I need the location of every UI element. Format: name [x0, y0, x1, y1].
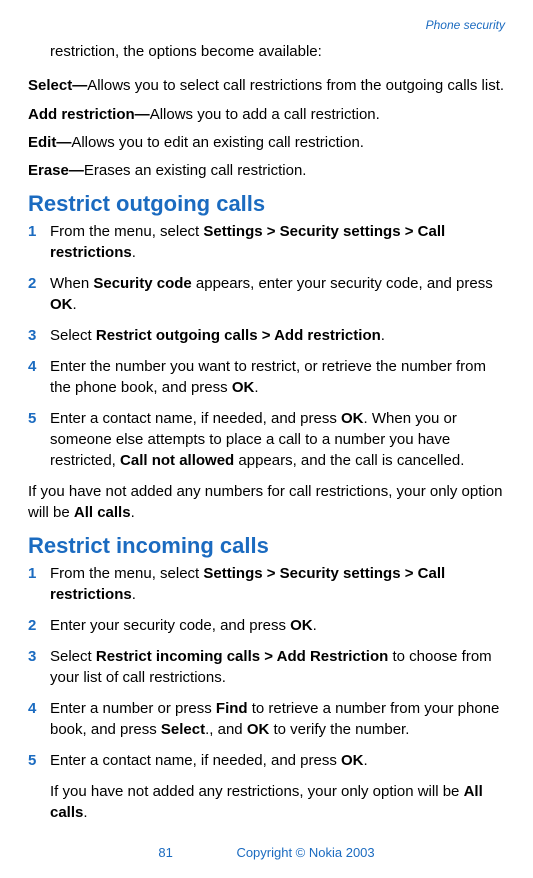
key-ok: OK — [232, 379, 255, 396]
outgoing-step-1: From the menu, select Settings > Securit… — [28, 221, 505, 263]
def-edit-term: Edit— — [28, 134, 71, 151]
menu-path: Restrict outgoing calls > Add restrictio… — [96, 327, 381, 344]
key-ok: OK — [247, 721, 270, 738]
def-select: Select—Allows you to select call restric… — [28, 76, 505, 96]
def-edit: Edit—Allows you to edit an existing call… — [28, 133, 505, 153]
text: . — [313, 617, 317, 634]
text: Enter the number you want to restrict, o… — [50, 358, 486, 396]
text: Enter your security code, and press — [50, 617, 290, 634]
def-add-term: Add restriction— — [28, 106, 150, 123]
text: . — [83, 804, 87, 821]
text: . — [381, 327, 385, 344]
key-ok: OK — [290, 617, 313, 634]
def-select-text: Allows you to select call restrictions f… — [87, 77, 504, 94]
text: Select — [50, 327, 96, 344]
def-erase-text: Erases an existing call restriction. — [84, 162, 307, 179]
key-ok: OK — [341, 752, 364, 769]
text: . — [364, 752, 368, 769]
def-select-term: Select— — [28, 77, 87, 94]
text: . — [73, 296, 77, 313]
outgoing-step-5: Enter a contact name, if needed, and pre… — [28, 408, 505, 471]
text: . — [132, 586, 136, 603]
text: If you have not added any restrictions, … — [50, 783, 464, 800]
incoming-note: If you have not added any restrictions, … — [50, 781, 505, 823]
label-all-calls: All calls — [74, 504, 131, 521]
incoming-step-4: Enter a number or press Find to retrieve… — [28, 698, 505, 740]
incoming-steps: From the menu, select Settings > Securit… — [28, 563, 505, 771]
text: . — [131, 504, 135, 521]
outgoing-step-2: When Security code appears, enter your s… — [28, 273, 505, 315]
text: When — [50, 275, 93, 292]
page-number: 81 — [158, 845, 172, 860]
outgoing-steps: From the menu, select Settings > Securit… — [28, 221, 505, 471]
text: appears, enter your security code, and p… — [192, 275, 493, 292]
heading-restrict-outgoing: Restrict outgoing calls — [28, 191, 505, 217]
key-ok: OK — [50, 296, 73, 313]
outgoing-step-3: Select Restrict outgoing calls > Add res… — [28, 325, 505, 346]
copyright-text: Copyright © Nokia 2003 — [236, 845, 374, 860]
def-erase: Erase—Erases an existing call restrictio… — [28, 161, 505, 181]
text: ., and — [205, 721, 247, 738]
text: Enter a number or press — [50, 700, 216, 717]
key-ok: OK — [341, 410, 364, 427]
label-security-code: Security code — [93, 275, 191, 292]
def-add-text: Allows you to add a call restriction. — [150, 106, 380, 123]
text: . — [132, 244, 136, 261]
text: Enter a contact name, if needed, and pre… — [50, 752, 341, 769]
text: From the menu, select — [50, 565, 203, 582]
text: appears, and the call is cancelled. — [234, 452, 464, 469]
header-section-label: Phone security — [28, 18, 505, 32]
text: Select — [50, 648, 96, 665]
text: . — [254, 379, 258, 396]
incoming-step-2: Enter your security code, and press OK. — [28, 615, 505, 636]
text: Enter a contact name, if needed, and pre… — [50, 410, 341, 427]
incoming-step-5: Enter a contact name, if needed, and pre… — [28, 750, 505, 771]
page-footer: 81 Copyright © Nokia 2003 — [0, 845, 533, 860]
def-edit-text: Allows you to edit an existing call rest… — [71, 134, 364, 151]
def-add: Add restriction—Allows you to add a call… — [28, 105, 505, 125]
incoming-step-3: Select Restrict incoming calls > Add Res… — [28, 646, 505, 688]
outgoing-step-4: Enter the number you want to restrict, o… — [28, 356, 505, 398]
key-select: Select — [161, 721, 205, 738]
heading-restrict-incoming: Restrict incoming calls — [28, 533, 505, 559]
menu-path: Restrict incoming calls > Add Restrictio… — [96, 648, 388, 665]
label-call-not-allowed: Call not allowed — [120, 452, 234, 469]
outgoing-note: If you have not added any numbers for ca… — [28, 481, 505, 523]
text: to verify the number. — [269, 721, 409, 738]
def-erase-term: Erase— — [28, 162, 84, 179]
incoming-step-1: From the menu, select Settings > Securit… — [28, 563, 505, 605]
key-find: Find — [216, 700, 248, 717]
intro-paragraph: restriction, the options become availabl… — [50, 42, 505, 62]
text: From the menu, select — [50, 223, 203, 240]
